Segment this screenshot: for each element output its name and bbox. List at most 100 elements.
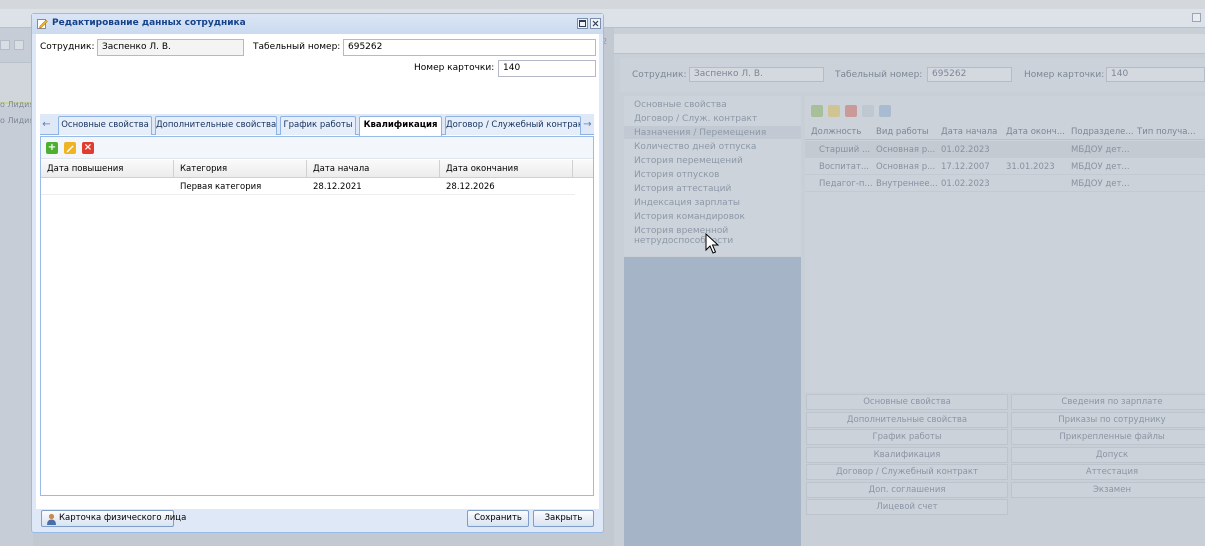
employee-field[interactable]: Заспенко Л. В. [97, 39, 244, 56]
bg-section-button: Допуск [1011, 447, 1205, 463]
bg-nav-item: История перемещений [634, 156, 743, 166]
tab-qualification[interactable]: Квалификация [359, 116, 442, 136]
card-number-field[interactable]: 140 [498, 60, 596, 77]
bg-card-field: 140 [1106, 67, 1205, 82]
table-row[interactable]: Первая категория 28.12.2021 28.12.2026 [41, 179, 575, 195]
bg-grid-cell: 17.12.2007 [941, 162, 990, 172]
bg-grid-cell: МБДОУ дет... [1071, 145, 1130, 155]
scroll-right-icon[interactable]: → [581, 116, 594, 134]
bg-grid-cell: Основная р... [876, 145, 936, 155]
bg-grid-row: Воспитат... Основная р... 17.12.2007 31.… [805, 158, 1205, 175]
bg-top-strip [0, 0, 1205, 9]
bg-grid-cell: 01.02.2023 [941, 179, 990, 189]
dialog-title: Редактирование данных сотрудника [52, 18, 246, 28]
tab-work-schedule[interactable]: График работы [280, 116, 356, 135]
bg-grid-col: Дата оконч... [1006, 127, 1065, 137]
bg-nav-item: Основные свойства [634, 100, 727, 110]
bg-grid-cell: Старший ... [819, 145, 871, 155]
bg-grid-cell: Педагог-п... [819, 179, 873, 189]
person-card-button[interactable]: Карточка физического лица [41, 510, 186, 527]
maximize-icon[interactable] [577, 18, 588, 29]
bg-grid-row: Педагог-п... Внутреннее... 01.02.2023 МБ… [805, 175, 1205, 192]
scroll-left-icon[interactable]: ← [40, 116, 53, 134]
bg-section-button: Прикрепленные файлы [1011, 429, 1205, 445]
column-header[interactable]: Дата начала [307, 160, 440, 178]
bg-nav-item: История аттестаций [634, 184, 732, 194]
table-cell [41, 179, 174, 195]
table-cell: 28.12.2021 [313, 182, 362, 192]
bg-tabnum-label: Табельный номер: [835, 70, 923, 80]
bg-section-button: Договор / Служебный контракт [806, 464, 1008, 480]
bg-left-text: о Лидия [0, 100, 35, 109]
bg-nav-item: Индексация зарплаты [634, 198, 741, 208]
column-header[interactable]: Категория [174, 160, 307, 178]
person-card-label: Карточка физического лица [59, 513, 187, 523]
grid-toolbar: + × [41, 137, 593, 159]
bg-grid-cell: Внутреннее... [876, 179, 938, 189]
bg-grid-col: Должность [811, 127, 862, 137]
bg-employee-form: Сотрудник: Заспенко Л. В. Табельный номе… [620, 58, 1205, 92]
grid-header: Дата повышения Категория Дата начала Дат… [41, 160, 593, 178]
card-label: Номер карточки: [414, 63, 495, 73]
tab-bar: ← Основные свойства Дополнительные свойс… [40, 114, 594, 136]
bg-grid-cell: МБДОУ дет... [1071, 179, 1130, 189]
bg-section-button: Аттестация [1011, 464, 1205, 480]
tab-contract[interactable]: Договор / Служебный контракт [445, 116, 581, 135]
bg-section-button: Сведения по зарплате [1011, 394, 1205, 410]
edit-icon[interactable] [64, 142, 76, 154]
bg-edit-icon [828, 105, 840, 117]
delete-icon[interactable]: × [82, 142, 94, 154]
bg-menu-icon [879, 105, 891, 117]
table-cell: 28.12.2026 [446, 182, 495, 192]
bg-left-panel: о Лидия о Лидия [0, 28, 35, 546]
bg-grid-col: Дата начала [941, 127, 998, 137]
bg-section-button: График работы [806, 429, 1008, 445]
column-header[interactable]: Дата повышения [41, 160, 174, 178]
bg-section-button: Приказы по сотруднику [1011, 412, 1205, 428]
bg-grid-col: Подразделе... [1071, 127, 1134, 137]
tabnum-label: Табельный номер: [253, 42, 341, 52]
table-cell: Первая категория [180, 182, 262, 192]
bg-employee-field: Заспенко Л. В. [689, 67, 824, 82]
tab-main-properties[interactable]: Основные свойства [58, 116, 152, 135]
add-icon[interactable]: + [46, 142, 58, 154]
bg-grid-cell: МБДОУ дет... [1071, 162, 1130, 172]
bg-nav-item: Количество дней отпуска [634, 142, 757, 152]
tab-additional-properties[interactable]: Дополнительные свойства [155, 116, 277, 135]
bg-nav-item: Назначения / Перемещения [634, 128, 767, 138]
bg-employee-label: Сотрудник: [632, 70, 687, 80]
column-header[interactable]: Дата окончания [440, 160, 573, 178]
employee-label: Сотрудник: [40, 42, 95, 52]
bg-nav-list: Основные свойства Договор / Служ. контра… [624, 96, 801, 256]
bg-nav-item: История отпусков [634, 170, 720, 180]
bg-grid-row: Старший ... Основная р... 01.02.2023 МБД… [805, 141, 1205, 158]
bg-left-button [0, 40, 10, 50]
bg-left-button [14, 40, 24, 50]
bg-section-buttons: Основные свойства Дополнительные свойств… [805, 392, 1205, 546]
close-button[interactable]: Закрыть [533, 510, 594, 527]
bg-section-button: Лицевой счет [806, 499, 1008, 515]
bg-grid-cell: Воспитат... [819, 162, 870, 172]
bg-grid-cell: 31.01.2023 [1006, 162, 1055, 172]
bg-nav-empty-area [624, 257, 801, 546]
dialog-body: Сотрудник: Заспенко Л. В. Табельный номе… [36, 34, 599, 509]
mouse-cursor-icon [705, 233, 719, 254]
bg-section-button: Дополнительные свойства [806, 412, 1008, 428]
person-icon [47, 513, 56, 525]
close-icon[interactable] [590, 18, 601, 29]
bg-delete-icon [845, 105, 857, 117]
bg-assignments-grid: Должность Вид работы Дата начала Дата ок… [805, 96, 1205, 392]
bg-grid-col: Вид работы [876, 127, 929, 137]
bg-tabnum-field: 695262 [927, 67, 1012, 82]
bg-grid-header: Должность Вид работы Дата начала Дата ок… [805, 123, 1205, 140]
tabnum-field[interactable]: 695262 [343, 39, 596, 56]
bg-minimize-icon [1192, 13, 1201, 22]
dialog-header[interactable]: Редактирование данных сотрудника [32, 14, 603, 34]
save-button[interactable]: Сохранить [467, 510, 529, 527]
bg-grid-col: Тип получа... [1137, 127, 1196, 137]
bg-left-text: о Лидия [0, 116, 35, 125]
bg-tabstrip: 2 [602, 34, 1205, 54]
bg-section-button: Доп. соглашения [806, 482, 1008, 498]
bg-add-icon [811, 105, 823, 117]
bg-section-button: Экзамен [1011, 482, 1205, 498]
